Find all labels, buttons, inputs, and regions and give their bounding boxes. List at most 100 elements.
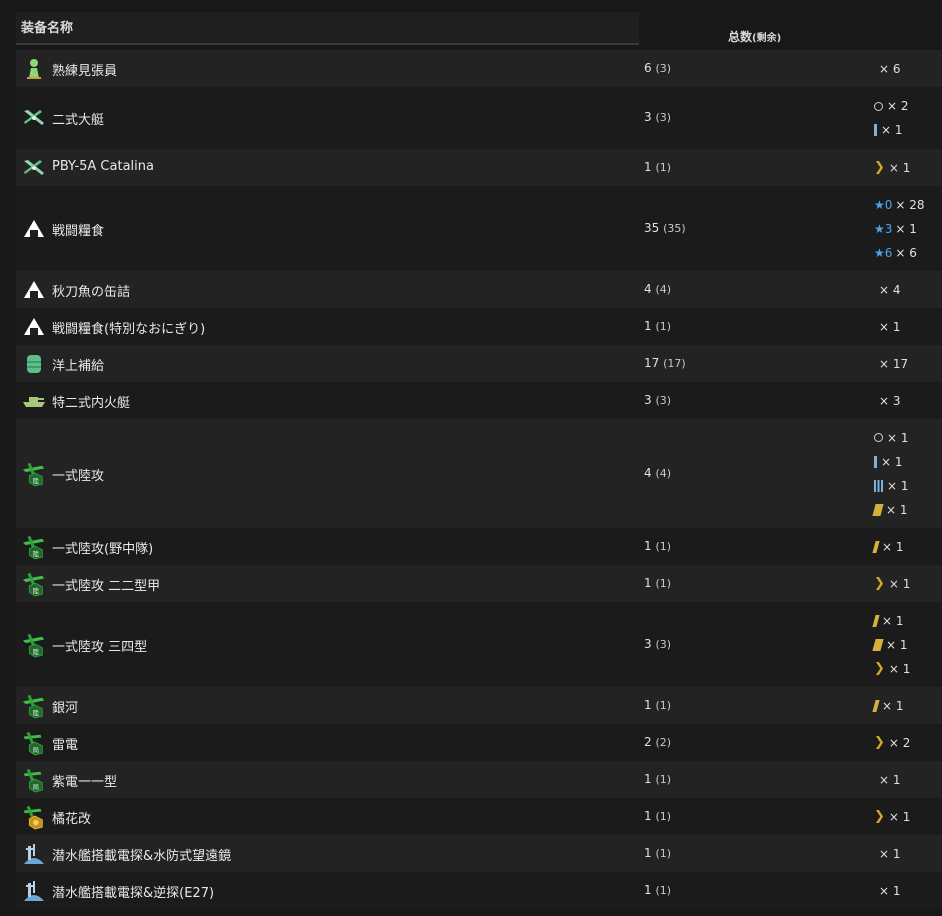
improvement-list: × 1 × 1 ❯ × 1 xyxy=(872,609,942,681)
improvement-entry: × 1 xyxy=(872,609,942,633)
equipment-name: 二式大艇 xyxy=(52,113,105,128)
improvement-count: × 1 xyxy=(888,809,911,824)
improvement-entry: × 6 xyxy=(874,57,942,81)
improvement-entry: ❯ × 1 xyxy=(874,657,942,681)
improvement-list: × 1 xyxy=(874,879,942,903)
equipment-name: 秋刀魚の缶詰 xyxy=(52,284,131,300)
improvement-entry: × 1 xyxy=(874,450,942,474)
improvement-count: × 2 xyxy=(888,735,911,750)
improvement-list: × 1 xyxy=(874,315,942,339)
land-bomber-icon: 陸 xyxy=(22,572,46,596)
svg-text:陸: 陸 xyxy=(33,549,40,558)
equipment-count: 1 (1) xyxy=(644,319,671,333)
proficiency-chevron-icon: ❯ xyxy=(874,809,885,824)
remaining-count: (3) xyxy=(655,393,672,407)
equipment-count: 1 (1) xyxy=(644,809,671,823)
interceptor-icon: 局 xyxy=(22,731,46,755)
total-count: 3 xyxy=(644,636,652,651)
table-row[interactable]: 戦闘糧食(特別なおにぎり) 1 (1) × 1 xyxy=(16,308,942,345)
improvement-count: × 1 xyxy=(888,576,911,591)
remaining-count: (1) xyxy=(655,883,672,897)
equipment-name: 潜水艦搭載電探&水防式望遠鏡 xyxy=(52,848,232,864)
table-row[interactable]: PBY-5A Catalina 1 (1) ❯ × 1 xyxy=(16,149,942,186)
total-count: 1 xyxy=(644,159,652,174)
improvement-list: × 3 xyxy=(874,389,942,413)
ration-icon xyxy=(22,315,46,339)
remaining-count: (17) xyxy=(663,356,686,370)
equipment-name: 一式陸攻 xyxy=(52,468,105,484)
submarine-radar-icon xyxy=(22,842,46,866)
improvement-list: × 1 × 1 × 1 × 1 xyxy=(872,426,942,522)
proficiency-bar1-icon xyxy=(874,124,877,136)
improvement-entry: × 1 xyxy=(872,694,942,718)
total-count: 1 xyxy=(644,538,652,553)
remaining-count: (35) xyxy=(663,221,686,235)
ration-icon xyxy=(22,217,46,241)
equipment-name: 戦闘糧食 xyxy=(52,223,105,239)
total-count: 1 xyxy=(644,882,652,897)
equipment-name: 紫電一一型 xyxy=(52,774,118,790)
remaining-count: (1) xyxy=(655,772,672,786)
table-row[interactable]: 潜水艦搭載電探&水防式望遠鏡 1 (1) × 1 xyxy=(16,835,942,872)
land-bomber-icon: 陸 xyxy=(22,462,46,486)
equipment-count: 1 (1) xyxy=(644,846,671,860)
table-row[interactable]: 局 紫電一一型 1 (1) × 1 xyxy=(16,761,942,798)
table-row[interactable]: 特二式内火艇 3 (3) × 3 xyxy=(16,382,942,419)
equipment-name: 雷電 xyxy=(52,737,79,753)
equipment-name: 一式陸攻(野中隊) xyxy=(52,541,154,557)
table-row[interactable]: 陸 一式陸攻 二二型甲 1 (1) ❯ × 1 xyxy=(16,565,942,602)
table-row[interactable]: 洋上補給 17 (17) × 17 xyxy=(16,345,942,382)
total-count: 17 xyxy=(644,355,660,370)
ration-icon xyxy=(22,278,46,302)
equipment-count: 17 (17) xyxy=(644,356,686,370)
table-row[interactable]: 陸 一式陸攻(野中隊) 1 (1) × 1 xyxy=(16,528,942,565)
improvement-entry: ❯ × 1 xyxy=(874,572,942,596)
improvement-entry: × 1 xyxy=(874,315,942,339)
table-row[interactable]: 秋刀魚の缶詰 4 (4) × 4 xyxy=(16,271,942,308)
table-row[interactable]: 二式大艇 3 (3) × 2 × 1 xyxy=(16,87,942,149)
improvement-count: × 1 xyxy=(888,661,911,676)
equipment-count: 1 (1) xyxy=(644,576,671,590)
remaining-count: (1) xyxy=(655,539,672,553)
remaining-count: (1) xyxy=(655,809,672,823)
improvement-entry: × 1 xyxy=(872,498,942,522)
flying-boat-icon xyxy=(22,156,46,180)
improvement-count: × 1 xyxy=(882,613,904,628)
table-row[interactable]: 局 雷電 2 (2) ❯ × 2 xyxy=(16,724,942,761)
table-row[interactable]: 橘花改 1 (1) ❯ × 1 xyxy=(16,798,942,835)
improvement-entry: × 3 xyxy=(874,389,942,413)
table-row[interactable]: 陸 銀河 1 (1) × 1 xyxy=(16,687,942,724)
total-count: 6 xyxy=(644,60,652,75)
proficiency-circle-icon xyxy=(874,433,883,442)
improvement-entry: × 1 xyxy=(874,474,942,498)
star-level: ★6 xyxy=(874,245,893,260)
improvement-count: × 6 xyxy=(895,245,917,260)
total-count: 4 xyxy=(644,465,652,480)
total-count: 3 xyxy=(644,392,652,407)
improvement-count: × 1 xyxy=(879,772,901,787)
improvement-count: × 1 xyxy=(887,478,909,493)
column-header-name[interactable]: 装备名称 xyxy=(16,12,639,45)
column-header-count[interactable]: 总数(剩余) xyxy=(728,28,781,45)
table-row[interactable]: 潜水艦搭載電探&逆探(E27) 1 (1) × 1 xyxy=(16,872,942,909)
equipment-count: 3 (3) xyxy=(644,110,671,124)
proficiency-slash2-icon xyxy=(872,638,884,651)
improvement-list: × 6 xyxy=(874,57,942,81)
total-count: 2 xyxy=(644,734,652,749)
remaining-count: (4) xyxy=(655,466,672,480)
equipment-name: 洋上補給 xyxy=(52,358,105,374)
improvement-count: × 1 xyxy=(879,883,901,898)
table-row[interactable]: 戦闘糧食 35 (35) ★0 × 28 ★3 × 1 ★6 × 6 xyxy=(16,186,942,271)
equipment-count: 1 (1) xyxy=(644,883,671,897)
table-row[interactable]: 熟練見張員 6 (3) × 6 xyxy=(16,50,942,87)
total-count: 1 xyxy=(644,318,652,333)
equipment-name: 潜水艦搭載電探&逆探(E27) xyxy=(52,885,215,901)
proficiency-slash2-icon xyxy=(872,503,884,516)
table-row[interactable]: 陸 一式陸攻 4 (4) × 1 × 1 × 1 × 1 xyxy=(16,419,942,528)
total-count: 4 xyxy=(644,281,652,296)
proficiency-slash1-icon xyxy=(872,540,880,553)
table-row[interactable]: 陸一式陸攻 三四型 3 (3) × 1 × 1 ❯ × 1 xyxy=(16,602,942,687)
proficiency-circle-icon xyxy=(874,101,883,111)
remaining-count: (3) xyxy=(655,111,672,124)
lookout-icon xyxy=(22,57,46,81)
